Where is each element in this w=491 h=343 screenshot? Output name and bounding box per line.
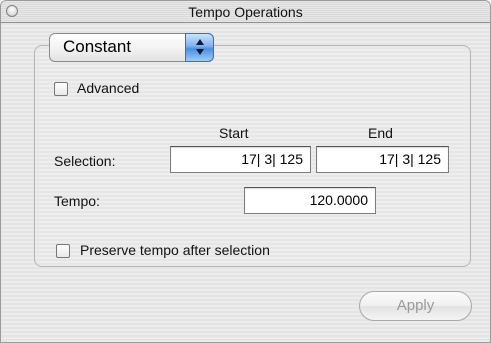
start-column-header: Start	[219, 125, 249, 141]
selection-label: Selection:	[54, 153, 116, 169]
title-bar[interactable]: Tempo Operations	[1, 1, 490, 23]
mode-popup-value: Constant	[63, 37, 132, 56]
tempo-operations-window: Tempo Operations Constant Advanced Start…	[0, 0, 491, 343]
preserve-tempo-label: Preserve tempo after selection	[80, 242, 270, 258]
end-column-header: End	[368, 125, 393, 141]
selection-end-field[interactable]: 17| 3| 125	[316, 146, 449, 173]
arrow-up-icon	[196, 39, 204, 45]
tempo-label: Tempo:	[54, 193, 100, 209]
apply-button[interactable]: Apply	[359, 291, 472, 321]
arrow-down-icon	[196, 49, 204, 55]
updown-arrows-icon	[185, 33, 214, 62]
tempo-field[interactable]: 120.0000	[244, 187, 376, 214]
advanced-label: Advanced	[77, 80, 140, 96]
window-title: Tempo Operations	[188, 4, 303, 20]
advanced-checkbox[interactable]	[54, 82, 68, 96]
selection-start-field[interactable]: 17| 3| 125	[170, 146, 311, 173]
mode-popup-button[interactable]: Constant	[49, 33, 214, 62]
preserve-tempo-checkbox[interactable]	[56, 244, 70, 258]
